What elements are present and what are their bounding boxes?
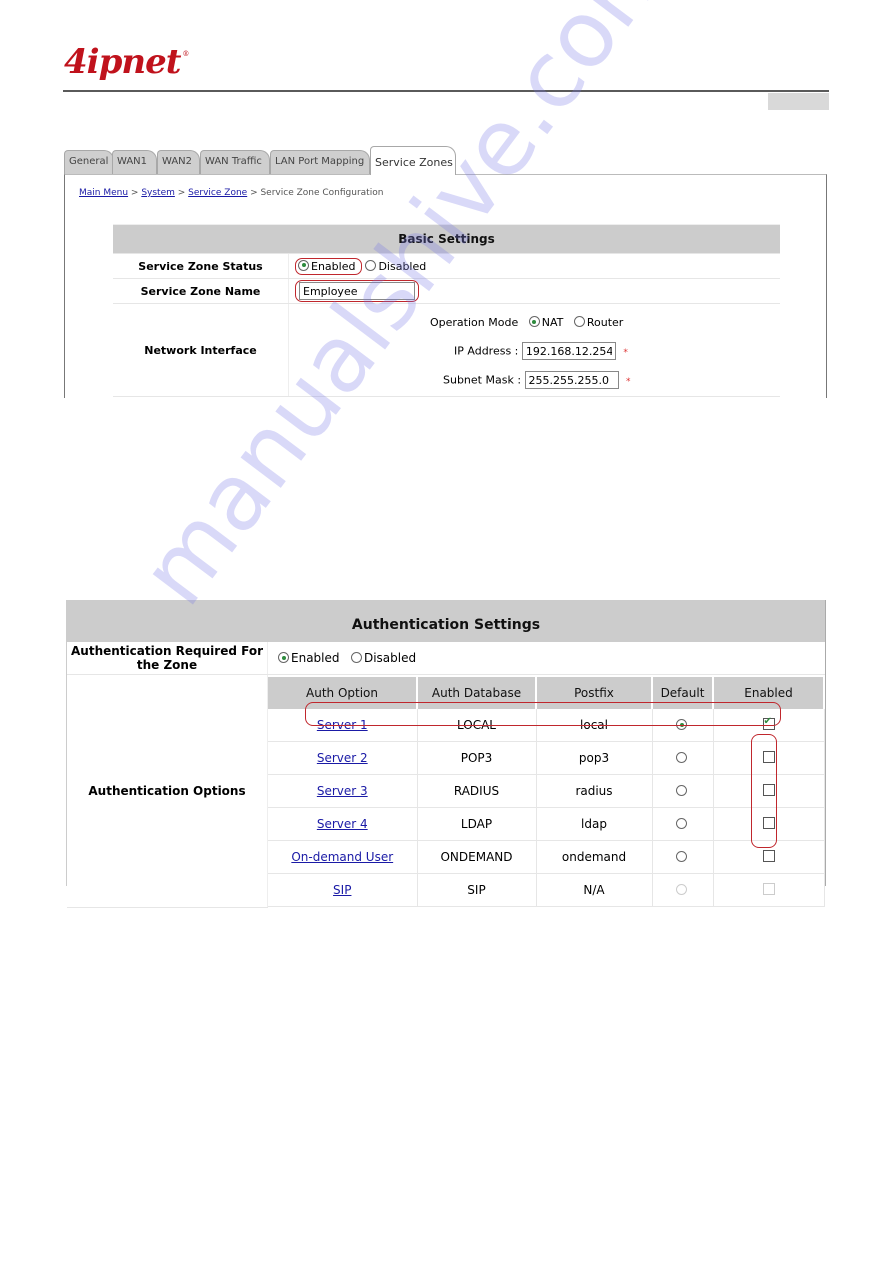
auth-postfix: radius — [536, 774, 653, 808]
tab-general[interactable]: General — [64, 150, 114, 174]
default-radio[interactable] — [676, 818, 687, 829]
auth-required-enabled-radio[interactable] — [278, 652, 289, 663]
tab-wan1[interactable]: WAN1 — [112, 150, 157, 174]
auth-required-label: Authentication Required For the Zone — [67, 642, 268, 675]
auth-database: POP3 — [417, 741, 537, 775]
mode-router-label: Router — [586, 316, 624, 329]
breadcrumb-main-menu[interactable]: Main Menu — [79, 188, 128, 198]
enabled-column-highlight — [751, 734, 777, 848]
name-highlight — [295, 280, 419, 302]
subnet-mask-input[interactable] — [524, 371, 619, 389]
required-mark: * — [623, 347, 628, 358]
auth-postfix: ldap — [536, 807, 653, 841]
auth-required-disabled-label: Disabled — [363, 651, 417, 665]
basic-settings-table: Basic Settings Service Zone Status Enabl… — [113, 224, 780, 397]
auth-row: Server 2 POP3 pop3 — [268, 741, 825, 775]
enabled-checkbox — [762, 883, 775, 895]
network-interface-label: Network Interface — [113, 303, 289, 397]
auth-options-label: Authentication Options — [67, 674, 268, 908]
breadcrumb-system[interactable]: System — [141, 188, 175, 198]
auth-row: Server 4 LDAP ldap — [268, 807, 825, 841]
auth-postfix: N/A — [536, 873, 653, 907]
tab-wan-traffic[interactable]: WAN Traffic — [200, 150, 270, 174]
status-enabled-label: Enabled — [311, 259, 356, 273]
tab-service-zones[interactable]: Service Zones — [370, 146, 456, 175]
breadcrumb-service-zone[interactable]: Service Zone — [188, 188, 247, 198]
mode-nat-label: NAT — [541, 316, 564, 329]
auth-database: LDAP — [417, 807, 537, 841]
enabled-checkbox[interactable] — [762, 850, 775, 862]
auth-database: SIP — [417, 873, 537, 907]
brand-logo: 4ipnet ® — [64, 42, 189, 82]
breadcrumb-sep: > — [174, 188, 189, 198]
auth-row: On-demand User ONDEMAND ondemand — [268, 840, 825, 874]
authentication-settings-table: Authentication Settings Authentication R… — [67, 600, 825, 908]
auth-settings-title: Authentication Settings — [67, 600, 825, 642]
basic-settings-title: Basic Settings — [113, 224, 780, 254]
tab-lan-port-mapping[interactable]: LAN Port Mapping — [270, 150, 370, 174]
default-radio[interactable] — [676, 785, 687, 796]
auth-row: Server 3 RADIUS radius — [268, 774, 825, 808]
default-radio — [676, 884, 687, 895]
subnet-mask-label: Subnet Mask : — [443, 373, 522, 387]
mode-nat-radio[interactable] — [528, 316, 540, 327]
tab-bar: General WAN1 WAN2 WAN Traffic LAN Port M… — [64, 144, 828, 175]
service-zone-screenshot: General WAN1 WAN2 WAN Traffic LAN Port M… — [64, 144, 828, 398]
header-rule — [63, 90, 829, 92]
page-number-box — [768, 93, 829, 110]
breadcrumb-sep: > — [247, 188, 261, 198]
breadcrumb-current: Service Zone Configuration — [260, 188, 384, 198]
auth-required-enabled-label: Enabled — [291, 651, 340, 665]
auth-required-disabled-radio[interactable] — [350, 652, 362, 663]
ip-address-label: IP Address : — [454, 344, 519, 358]
logo-text: 4ipnet — [64, 42, 181, 82]
breadcrumb-sep: > — [128, 188, 142, 198]
auth-database: RADIUS — [417, 774, 537, 808]
status-disabled-label: Disabled — [378, 259, 427, 273]
status-highlight: Enabled — [295, 257, 362, 275]
required-mark: * — [626, 376, 631, 387]
auth-option-link-sip[interactable]: SIP — [333, 883, 351, 897]
service-zone-status-label: Service Zone Status — [113, 253, 289, 279]
breadcrumb: Main Menu > System > Service Zone > Serv… — [79, 188, 383, 198]
mode-router-radio[interactable] — [573, 316, 585, 327]
auth-option-link-server-2[interactable]: Server 2 — [317, 751, 368, 765]
default-radio[interactable] — [676, 851, 687, 862]
service-zone-name-input[interactable] — [299, 282, 415, 300]
auth-option-link-on-demand-user[interactable]: On-demand User — [291, 850, 393, 864]
operation-mode-label: Operation Mode — [430, 316, 519, 329]
auth-option-link-server-4[interactable]: Server 4 — [317, 817, 368, 831]
authentication-settings-screenshot: Authentication Settings Authentication R… — [66, 600, 826, 908]
ip-address-input[interactable] — [521, 342, 616, 360]
auth-option-link-server-3[interactable]: Server 3 — [317, 784, 368, 798]
content-frame: Main Menu > System > Service Zone > Serv… — [64, 174, 827, 398]
default-radio[interactable] — [676, 752, 687, 763]
auth-postfix: pop3 — [536, 741, 653, 775]
auth-row: SIP SIP N/A — [268, 873, 825, 907]
server1-row-highlight — [305, 702, 781, 726]
auth-postfix: ondemand — [536, 840, 653, 874]
tab-wan2[interactable]: WAN2 — [157, 150, 200, 174]
auth-database: ONDEMAND — [417, 840, 537, 874]
status-disabled-radio[interactable] — [365, 259, 377, 271]
network-interface-fields: Operation Mode NAT Router IP Address : *… — [290, 305, 779, 395]
registered-mark: ® — [182, 50, 189, 58]
status-enabled-radio[interactable] — [298, 259, 309, 271]
service-zone-name-label: Service Zone Name — [113, 278, 289, 304]
